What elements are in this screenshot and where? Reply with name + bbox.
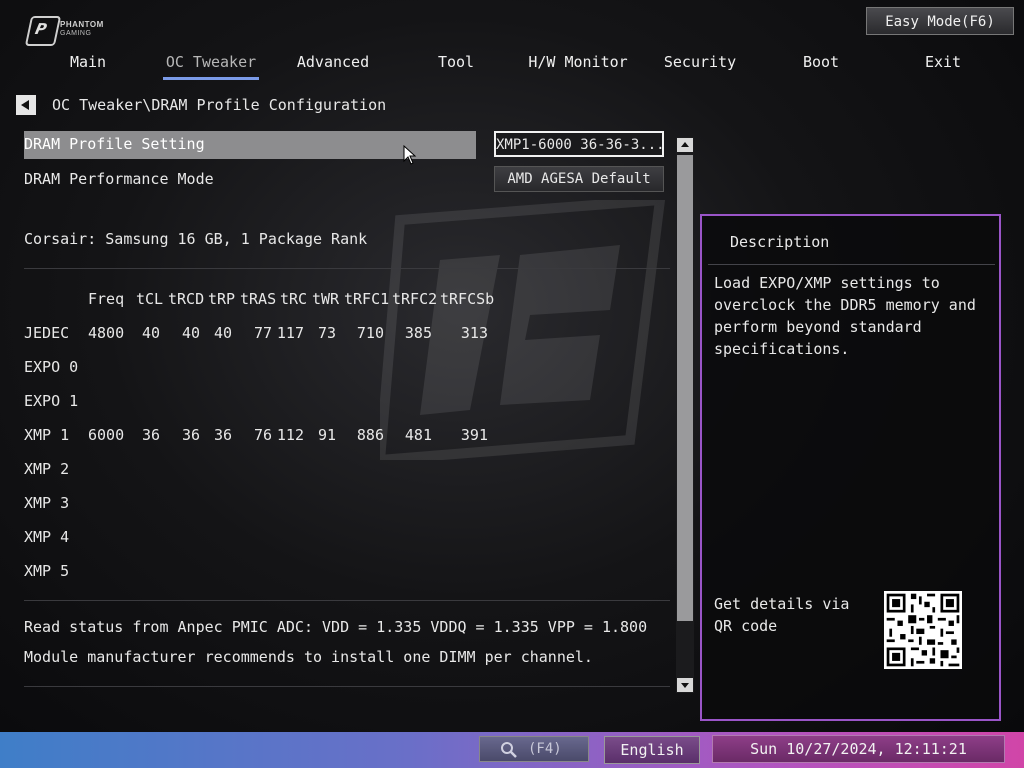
col-header: Freq bbox=[88, 290, 125, 308]
divider bbox=[708, 264, 995, 265]
search-shortcut-label: (F4) bbox=[528, 741, 562, 757]
cell-trfc1: 710 bbox=[356, 324, 384, 342]
cell-freq: 6000 bbox=[88, 426, 125, 444]
cell-trfcsb: 391 bbox=[460, 426, 488, 444]
cell-trc: 117 bbox=[276, 324, 304, 342]
cell-trcd: 36 bbox=[181, 426, 200, 444]
logo-text-line2: GAMING bbox=[60, 30, 92, 37]
table-row: EXPO 1 bbox=[24, 392, 504, 412]
dram-performance-mode-label[interactable]: DRAM Performance Mode bbox=[24, 170, 214, 188]
table-row: XMP 5 bbox=[24, 562, 504, 582]
table-row: XMP 3 bbox=[24, 494, 504, 514]
col-header: tRC bbox=[280, 290, 308, 308]
col-header: tWR bbox=[312, 290, 340, 308]
col-header: tCL bbox=[136, 290, 164, 308]
main-tabs: Main OC Tweaker Advanced Tool H/W Monito… bbox=[28, 50, 988, 82]
easy-mode-button[interactable]: Easy Mode(F6) bbox=[866, 7, 1014, 35]
scroll-down-arrow-icon[interactable] bbox=[677, 678, 693, 692]
row-name: XMP 5 bbox=[24, 562, 70, 580]
dram-performance-mode-select[interactable]: AMD AGESA Default bbox=[494, 166, 664, 192]
divider bbox=[24, 600, 670, 601]
breadcrumb-text: OC Tweaker\DRAM Profile Configuration bbox=[52, 96, 387, 114]
col-header: tRAS bbox=[240, 290, 277, 308]
table-row: XMP 1 6000 36 36 36 76 112 91 886 481 39… bbox=[24, 426, 504, 446]
datetime-display[interactable]: Sun 10/27/2024, 12:11:21 bbox=[712, 735, 1005, 763]
phantom-gaming-logo-icon: P bbox=[24, 16, 62, 46]
search-button[interactable]: (F4) bbox=[479, 736, 589, 762]
language-button[interactable]: English bbox=[604, 736, 700, 764]
cell-tcl: 36 bbox=[141, 426, 160, 444]
qr-code-icon bbox=[884, 591, 962, 669]
tab-tool[interactable]: Tool bbox=[396, 50, 516, 80]
search-icon bbox=[501, 742, 517, 758]
description-body: Load EXPO/XMP settings to overclock the … bbox=[714, 274, 976, 358]
mouse-cursor-icon bbox=[403, 145, 417, 165]
cell-trfcsb: 313 bbox=[460, 324, 488, 342]
tab-oc-tweaker[interactable]: OC Tweaker bbox=[163, 50, 259, 80]
col-header: tRFC1 bbox=[344, 290, 390, 308]
qr-details-text: Get details via QR code bbox=[714, 595, 850, 635]
back-arrow-icon[interactable] bbox=[16, 95, 36, 115]
description-panel: Description Load EXPO/XMP settings to ov… bbox=[700, 214, 1001, 721]
tab-security[interactable]: Security bbox=[640, 50, 760, 80]
dram-profile-setting-select[interactable]: XMP1-6000 36-36-3... bbox=[494, 131, 664, 157]
col-header: tRFC2 bbox=[392, 290, 438, 308]
scrollbar-thumb[interactable] bbox=[677, 155, 693, 621]
cell-trfc2: 385 bbox=[404, 324, 432, 342]
cell-tras: 76 bbox=[253, 426, 272, 444]
row-name: XMP 4 bbox=[24, 528, 70, 546]
dimm-recommendation-text: Module manufacturer recommends to instal… bbox=[24, 648, 593, 666]
row-name: XMP 2 bbox=[24, 460, 70, 478]
table-row: JEDEC 4800 40 40 40 77 117 73 710 385 31… bbox=[24, 324, 504, 344]
pmic-status-text: Read status from Anpec PMIC ADC: VDD = 1… bbox=[24, 618, 648, 636]
row-name: EXPO 1 bbox=[24, 392, 79, 410]
brand-logo: P PHANTOM GAMING bbox=[24, 14, 118, 46]
cell-tras: 77 bbox=[253, 324, 272, 342]
tab-hw-monitor[interactable]: H/W Monitor bbox=[518, 50, 638, 80]
logo-text-line1: PHANTOM bbox=[60, 20, 104, 29]
col-header: tRFCSb bbox=[440, 290, 495, 308]
dram-profile-setting-label[interactable]: DRAM Profile Setting bbox=[24, 135, 205, 153]
tab-boot[interactable]: Boot bbox=[761, 50, 881, 80]
cell-trc: 112 bbox=[276, 426, 304, 444]
cell-freq: 4800 bbox=[88, 324, 125, 342]
cell-trp: 36 bbox=[213, 426, 232, 444]
row-name: XMP 3 bbox=[24, 494, 70, 512]
tab-advanced[interactable]: Advanced bbox=[273, 50, 393, 80]
description-title: Description bbox=[730, 233, 830, 251]
cell-twr: 73 bbox=[317, 324, 336, 342]
cell-tcl: 40 bbox=[141, 324, 160, 342]
table-row: XMP 2 bbox=[24, 460, 504, 480]
module-info-text: Corsair: Samsung 16 GB, 1 Package Rank bbox=[24, 230, 368, 248]
cell-twr: 91 bbox=[317, 426, 336, 444]
col-header: tRP bbox=[208, 290, 236, 308]
row-name: XMP 1 bbox=[24, 426, 70, 444]
divider bbox=[24, 686, 670, 687]
tab-exit[interactable]: Exit bbox=[883, 50, 1003, 80]
cell-trfc2: 481 bbox=[404, 426, 432, 444]
scroll-up-arrow-icon[interactable] bbox=[677, 138, 693, 152]
divider bbox=[24, 268, 670, 269]
table-row: XMP 4 bbox=[24, 528, 504, 548]
row-name: EXPO 0 bbox=[24, 358, 79, 376]
table-header-row: Freq tCL tRCD tRP tRAS tRC tWR tRFC1 tRF… bbox=[24, 290, 504, 310]
cell-trfc1: 886 bbox=[356, 426, 384, 444]
table-row: EXPO 0 bbox=[24, 358, 504, 378]
tab-main[interactable]: Main bbox=[28, 50, 148, 80]
col-header: tRCD bbox=[168, 290, 205, 308]
cell-trcd: 40 bbox=[181, 324, 200, 342]
row-name: JEDEC bbox=[24, 324, 70, 342]
cell-trp: 40 bbox=[213, 324, 232, 342]
